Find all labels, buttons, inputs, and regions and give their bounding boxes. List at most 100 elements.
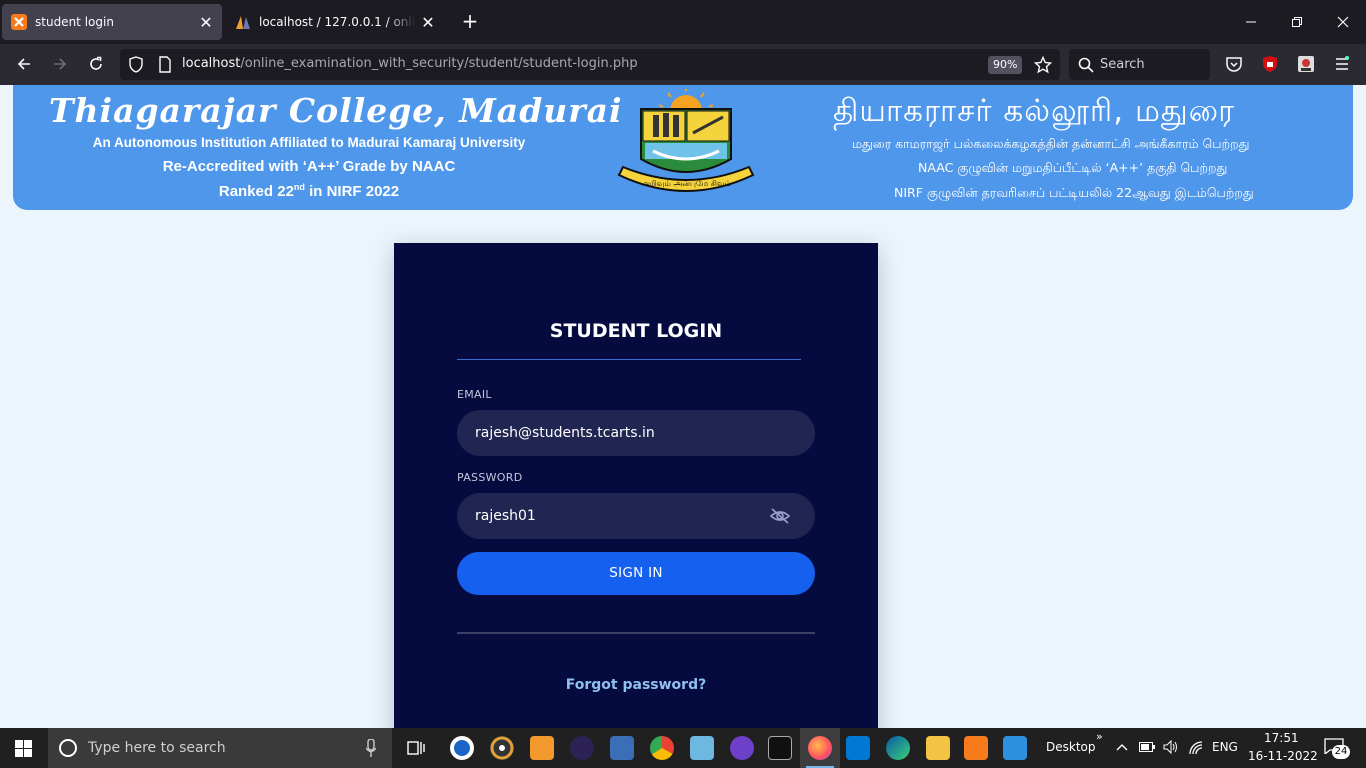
firefox-icon: [808, 736, 832, 760]
speaker-icon[interactable]: [1163, 740, 1179, 754]
language-indicator[interactable]: ENG: [1212, 740, 1238, 754]
clock-time[interactable]: 17:51: [1264, 731, 1299, 745]
tab-student-login[interactable]: student login ✕: [2, 4, 222, 40]
browser-tab-strip: student login ✕ localhost / 127.0.0.1 / …: [0, 0, 1366, 44]
tab-title: student login: [35, 15, 114, 29]
computer-app-icon[interactable]: [610, 736, 634, 760]
github-desktop-icon[interactable]: [730, 736, 754, 760]
reload-button[interactable]: [82, 50, 110, 78]
file-explorer-icon[interactable]: [926, 736, 950, 760]
navigation-toolbar: localhost/online_examination_with_securi…: [0, 44, 1366, 85]
ranking-suffix: in NIRF 2022: [304, 183, 400, 200]
banner-affiliation: An Autonomous Institution Affiliated to …: [92, 135, 526, 150]
zoom-indicator[interactable]: 90%: [988, 56, 1023, 74]
close-icon: [1337, 16, 1349, 28]
blue-app-icon: [454, 740, 470, 756]
extension-icon[interactable]: [1297, 55, 1315, 73]
media-app-icon: [490, 736, 514, 760]
footer-divider: [457, 632, 815, 634]
reload-icon: [90, 56, 102, 70]
college-banner: Thiagarajar College, Madurai An Autonomo…: [13, 85, 1353, 210]
star-icon[interactable]: [1034, 56, 1052, 74]
banner-tamil-accreditation: NAAC குழுவின் மறுமதிப்பீட்டில் ‘A++’ தகு…: [918, 160, 1228, 175]
sublime-text-icon[interactable]: [530, 736, 554, 760]
tab-close-icon[interactable]: ✕: [416, 13, 440, 32]
search-field[interactable]: Search: [1069, 49, 1210, 80]
windows-taskbar: Type here to search Desktop » ENG 17:51 …: [0, 728, 1366, 768]
forgot-password-link[interactable]: Forgot password?: [394, 677, 878, 693]
back-button[interactable]: [10, 50, 38, 78]
notification-center-button[interactable]: 24: [1324, 738, 1350, 759]
eye-slash-icon[interactable]: [769, 507, 791, 525]
url-host: localhost: [182, 56, 241, 71]
ublock-shield-icon[interactable]: [1262, 55, 1278, 73]
svg-text:அறிவும் அன்புமே சிவம்: அறிவும் அன்புமே சிவம்: [641, 179, 731, 188]
clock-date[interactable]: 16-11-2022: [1248, 749, 1318, 763]
chevron-icon[interactable]: »: [1096, 730, 1103, 743]
password-label: PASSWORD: [457, 471, 523, 484]
banner-accreditation: Re-Accredited with ‘A++’ Grade by NAAC: [162, 158, 456, 175]
banner-tamil-ranking: NIRF குழுவின் தரவரிசைப் பட்டியலில் 22ஆவத…: [894, 185, 1254, 200]
sign-in-button[interactable]: SIGN IN: [457, 552, 815, 595]
search-icon: [1078, 57, 1094, 73]
email-label: EMAIL: [457, 388, 492, 401]
terminal-icon[interactable]: [768, 736, 792, 760]
ranking-prefix: Ranked 22: [218, 183, 294, 200]
college-name-english: Thiagarajar College, Madurai: [49, 91, 623, 130]
address-bar[interactable]: localhost/online_examination_with_securi…: [120, 49, 1060, 80]
notification-badge: 24: [1332, 745, 1350, 759]
microphone-icon[interactable]: [366, 739, 376, 757]
password-field[interactable]: rajesh01: [457, 493, 815, 539]
tab-close-icon[interactable]: ✕: [194, 13, 218, 32]
minimize-button[interactable]: [1228, 0, 1274, 44]
restore-button[interactable]: [1274, 0, 1320, 44]
tab-phpmyadmin[interactable]: localhost / 127.0.0.1 / online_examinati…: [226, 4, 444, 40]
college-emblem-logo: அறிவும் அன்புமே சிவம்: [617, 89, 755, 192]
forward-button[interactable]: [46, 50, 74, 78]
arrow-left-icon: [17, 58, 30, 70]
phpmyadmin-favicon-icon: [236, 16, 250, 29]
page-icon: [159, 56, 171, 73]
photos-icon[interactable]: [1003, 736, 1027, 760]
xampp-favicon-icon: [11, 14, 27, 30]
menu-icon[interactable]: [1334, 56, 1350, 72]
college-name-tamil: தியாகராசர் கல்லூரி, மதுரை: [833, 93, 1236, 129]
email-value: rajesh@students.tcarts.in: [475, 425, 655, 441]
vscode-icon[interactable]: [846, 736, 870, 760]
pocket-icon[interactable]: [1225, 56, 1243, 73]
new-tab-button[interactable]: +: [458, 10, 482, 34]
search-placeholder: Search: [1100, 57, 1145, 72]
close-window-button[interactable]: [1320, 0, 1366, 44]
windows-start-icon[interactable]: [15, 740, 32, 757]
chevron-up-icon[interactable]: [1116, 743, 1128, 751]
firefox-taskbar-button[interactable]: [800, 728, 840, 768]
banner-ranking: Ranked 22nd in NIRF 2022: [53, 182, 565, 200]
taskbar-search-box[interactable]: Type here to search: [48, 728, 392, 768]
edge-icon[interactable]: [886, 736, 910, 760]
wifi-icon[interactable]: [1188, 740, 1204, 756]
xampp-icon[interactable]: [964, 736, 988, 760]
ranking-sup: nd: [293, 182, 305, 192]
chrome-icon[interactable]: [650, 736, 674, 760]
notes-app-icon[interactable]: [690, 736, 714, 760]
url-text: localhost/online_examination_with_securi…: [182, 56, 638, 71]
app-icon-1[interactable]: [450, 736, 474, 760]
app-icon-2[interactable]: [490, 736, 514, 760]
tab-title: localhost / 127.0.0.1 / online_examinati…: [259, 15, 416, 29]
page-content: Thiagarajar College, Madurai An Autonomo…: [0, 85, 1366, 728]
banner-tamil-affiliation: மதுரை காமராஜர் பல்கலைக்கழகத்தின் தன்னாட்…: [852, 136, 1250, 151]
restore-icon: [1292, 17, 1302, 27]
desktop-toolbar-label[interactable]: Desktop: [1046, 740, 1096, 754]
title-divider: [457, 359, 801, 360]
search-circle-icon: [59, 739, 77, 757]
arrow-right-icon: [54, 58, 67, 70]
minimize-icon: [1246, 21, 1256, 23]
battery-icon[interactable]: [1139, 742, 1155, 752]
password-value: rajesh01: [475, 508, 536, 524]
email-field[interactable]: rajesh@students.tcarts.in: [457, 410, 815, 456]
task-view-icon[interactable]: [407, 740, 425, 756]
login-title: STUDENT LOGIN: [549, 320, 723, 342]
login-card: STUDENT LOGIN EMAIL rajesh@students.tcar…: [394, 243, 878, 728]
shield-icon: [129, 56, 143, 73]
eclipse-icon[interactable]: [570, 736, 594, 760]
